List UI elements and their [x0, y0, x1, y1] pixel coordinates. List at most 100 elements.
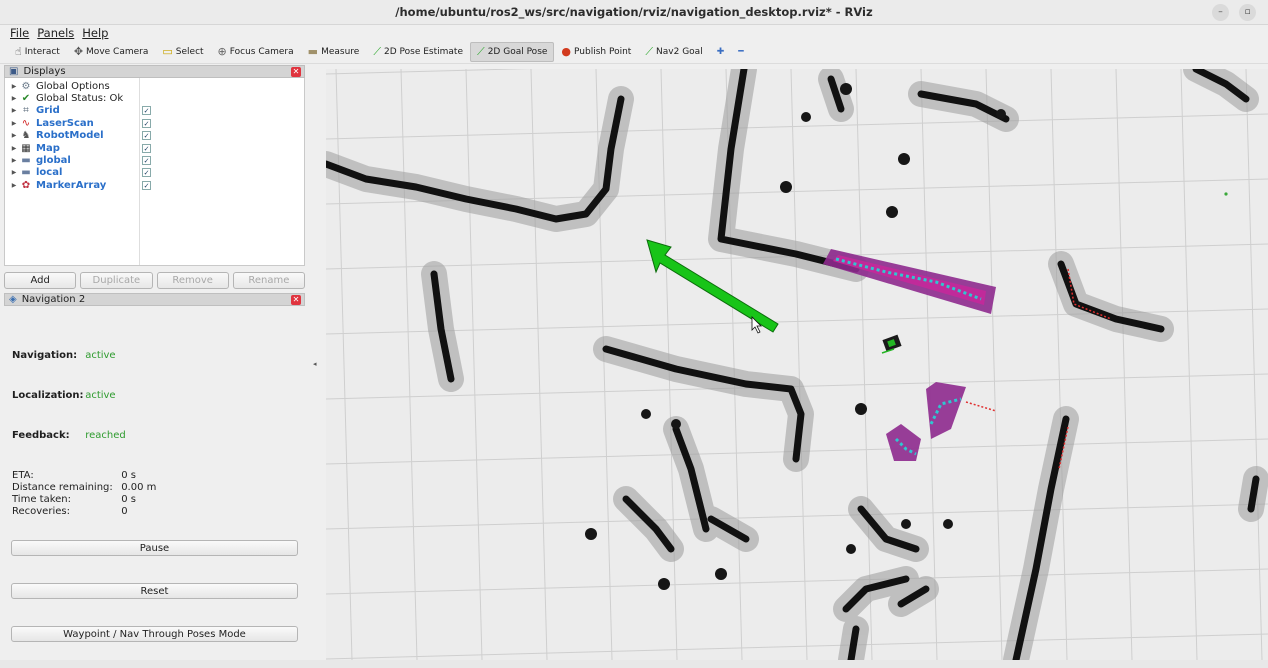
enable-checkbox[interactable]: ✓ [142, 180, 151, 190]
grid-icon: ⌗ [23, 105, 29, 117]
focus-icon: ⊕ [217, 45, 227, 58]
costmap-overlay [823, 249, 996, 461]
tool-move-camera[interactable]: ✥ Move Camera [67, 42, 156, 62]
tool-label: Nav2 Goal [656, 46, 703, 57]
monitor-icon: ▣ [9, 66, 19, 77]
map-obstacles [326, 69, 1260, 660]
tool-measure[interactable]: ▬ Measure [301, 42, 367, 62]
map-pin-icon: ● [561, 45, 572, 58]
menu-panels[interactable]: Panels [37, 26, 74, 40]
display-item-label: Global Options [36, 80, 110, 92]
minimize-button[interactable]: – [1212, 4, 1229, 21]
display-item-laserscan[interactable]: ▶ ∿ LaserScan ✓ [5, 117, 304, 129]
remove-tool-icon[interactable]: ━ [731, 42, 750, 62]
navigation-title: Navigation 2 [21, 294, 86, 305]
tool-2d-goal-pose[interactable]: ⟋ 2D Goal Pose [470, 41, 555, 62]
tool-2d-pose-estimate[interactable]: ⟋ 2D Pose Estimate [366, 42, 470, 62]
display-item-label: Grid [36, 105, 60, 117]
add-button[interactable]: Add [4, 272, 77, 289]
restore-button[interactable]: ▫ [1239, 4, 1256, 21]
close-icon[interactable]: ✕ [291, 295, 301, 305]
left-dock: ▣ Displays ✕ ▶ ⚙ Global Options ▶ ✔ Global St… [4, 65, 305, 660]
move-icon: ✥ [73, 45, 84, 58]
expand-arrow-icon[interactable]: ▶ [9, 83, 19, 90]
tool-focus-camera[interactable]: ⊕ Focus Camera [211, 42, 301, 62]
display-item-map[interactable]: ▶ ▦ Map ✓ [5, 142, 304, 154]
display-item-label: Global Status: Ok [36, 93, 124, 105]
pause-button[interactable]: Pause [11, 540, 298, 556]
tool-nav2-goal[interactable]: ⟋ Nav2 Goal [638, 42, 709, 62]
navigation-status-row: Navigation: active [12, 350, 116, 361]
display-item-grid[interactable]: ▶ ⌗ Grid ✓ [5, 105, 304, 117]
window-title: /home/ubuntu/ros2_ws/src/navigation/rviz… [395, 5, 873, 19]
display-item-robotmodel[interactable]: ▶ ♞ RobotModel ✓ [5, 130, 304, 142]
tool-label: Measure [321, 46, 360, 57]
expand-arrow-icon[interactable]: ▶ [9, 145, 19, 152]
enable-checkbox[interactable]: ✓ [142, 106, 151, 116]
display-item-global[interactable]: ▶ ▬ global ✓ [5, 154, 304, 166]
display-item-label: Map [36, 142, 60, 154]
hand-icon: ☝ [15, 45, 22, 58]
window-titlebar: /home/ubuntu/ros2_ws/src/navigation/rviz… [0, 0, 1268, 25]
display-item-label: local [36, 167, 63, 179]
time-taken-row: Time taken: 0 s [12, 494, 136, 505]
3d-viewport[interactable] [326, 69, 1268, 660]
robot-icon: ♞ [21, 130, 31, 142]
expand-arrow-icon[interactable]: ▶ [9, 169, 19, 176]
display-item-global-status-ok[interactable]: ▶ ✔ Global Status: Ok [5, 92, 304, 104]
tool-label: Select [175, 46, 204, 57]
stat-key: ETA: [12, 470, 34, 481]
dock-collapse-handle[interactable]: ◂ [313, 360, 317, 368]
menu-help[interactable]: Help [82, 26, 108, 40]
displays-panel-header: ▣ Displays ✕ [4, 65, 305, 78]
stat-value: 0 s [121, 494, 136, 505]
ruler-icon: ▬ [307, 45, 319, 58]
status-key: Localization: [12, 390, 84, 401]
marker-icon: ✿ [21, 179, 31, 191]
tool-interact[interactable]: ☝ Interact [8, 42, 67, 62]
expand-arrow-icon[interactable]: ▶ [9, 182, 19, 189]
menu-file[interactable]: File [10, 26, 29, 40]
display-item-markerarray[interactable]: ▶ ✿ MarkerArray ✓ [5, 179, 304, 191]
expand-arrow-icon[interactable]: ▶ [9, 132, 19, 139]
display-item-local[interactable]: ▶ ▬ local ✓ [5, 167, 304, 179]
laser-icon: ∿ [21, 117, 31, 129]
waypoint-mode-button[interactable]: Waypoint / Nav Through Poses Mode [11, 626, 298, 642]
remove-button[interactable]: Remove [156, 272, 229, 289]
folder-icon: ▬ [21, 167, 31, 179]
tool-label: Focus Camera [229, 46, 294, 57]
expand-arrow-icon[interactable]: ▶ [9, 120, 19, 127]
distance-remaining-row: Distance remaining: 0.00 m [12, 482, 156, 493]
grid-lines [326, 69, 1268, 660]
pose-arrow-icon: ⟋ [373, 45, 382, 58]
duplicate-button[interactable]: Duplicate [80, 272, 153, 289]
enable-checkbox[interactable]: ✓ [142, 118, 151, 128]
expand-arrow-icon[interactable]: ▶ [9, 107, 19, 114]
tool-label: 2D Goal Pose [487, 46, 548, 57]
expand-arrow-icon[interactable]: ▶ [9, 157, 19, 164]
close-icon[interactable]: ✕ [291, 67, 301, 77]
map-obstacles-halo [326, 69, 1268, 660]
reset-button[interactable]: Reset [11, 583, 298, 599]
robot-marker [881, 334, 902, 354]
nav2-arrow-icon: ⟋ [645, 45, 654, 58]
diamond-icon: ◈ [9, 294, 17, 305]
stat-key: Recoveries: [12, 506, 70, 517]
tool-select[interactable]: ▭ Select [155, 42, 210, 62]
enable-checkbox[interactable]: ✓ [142, 143, 151, 153]
add-tool-icon[interactable]: ✚ [710, 42, 732, 62]
expand-arrow-icon[interactable]: ▶ [9, 95, 19, 102]
navigation-panel-header: ◈ Navigation 2 ✕ [4, 293, 305, 306]
status-value: reached [85, 430, 126, 441]
enable-checkbox[interactable]: ✓ [142, 168, 151, 178]
navigation-panel-body: Navigation: active Localization: active … [4, 306, 305, 666]
tool-publish-point[interactable]: ● Publish Point [554, 42, 638, 62]
status-value: active [85, 390, 116, 401]
localization-status-row: Localization: active [12, 390, 116, 401]
display-item-global-options[interactable]: ▶ ⚙ Global Options [5, 80, 304, 92]
checkmark-icon: ✔ [21, 93, 31, 105]
eta-row: ETA: 0 s [12, 470, 136, 481]
rename-button[interactable]: Rename [232, 272, 305, 289]
enable-checkbox[interactable]: ✓ [142, 156, 151, 166]
enable-checkbox[interactable]: ✓ [142, 131, 151, 141]
